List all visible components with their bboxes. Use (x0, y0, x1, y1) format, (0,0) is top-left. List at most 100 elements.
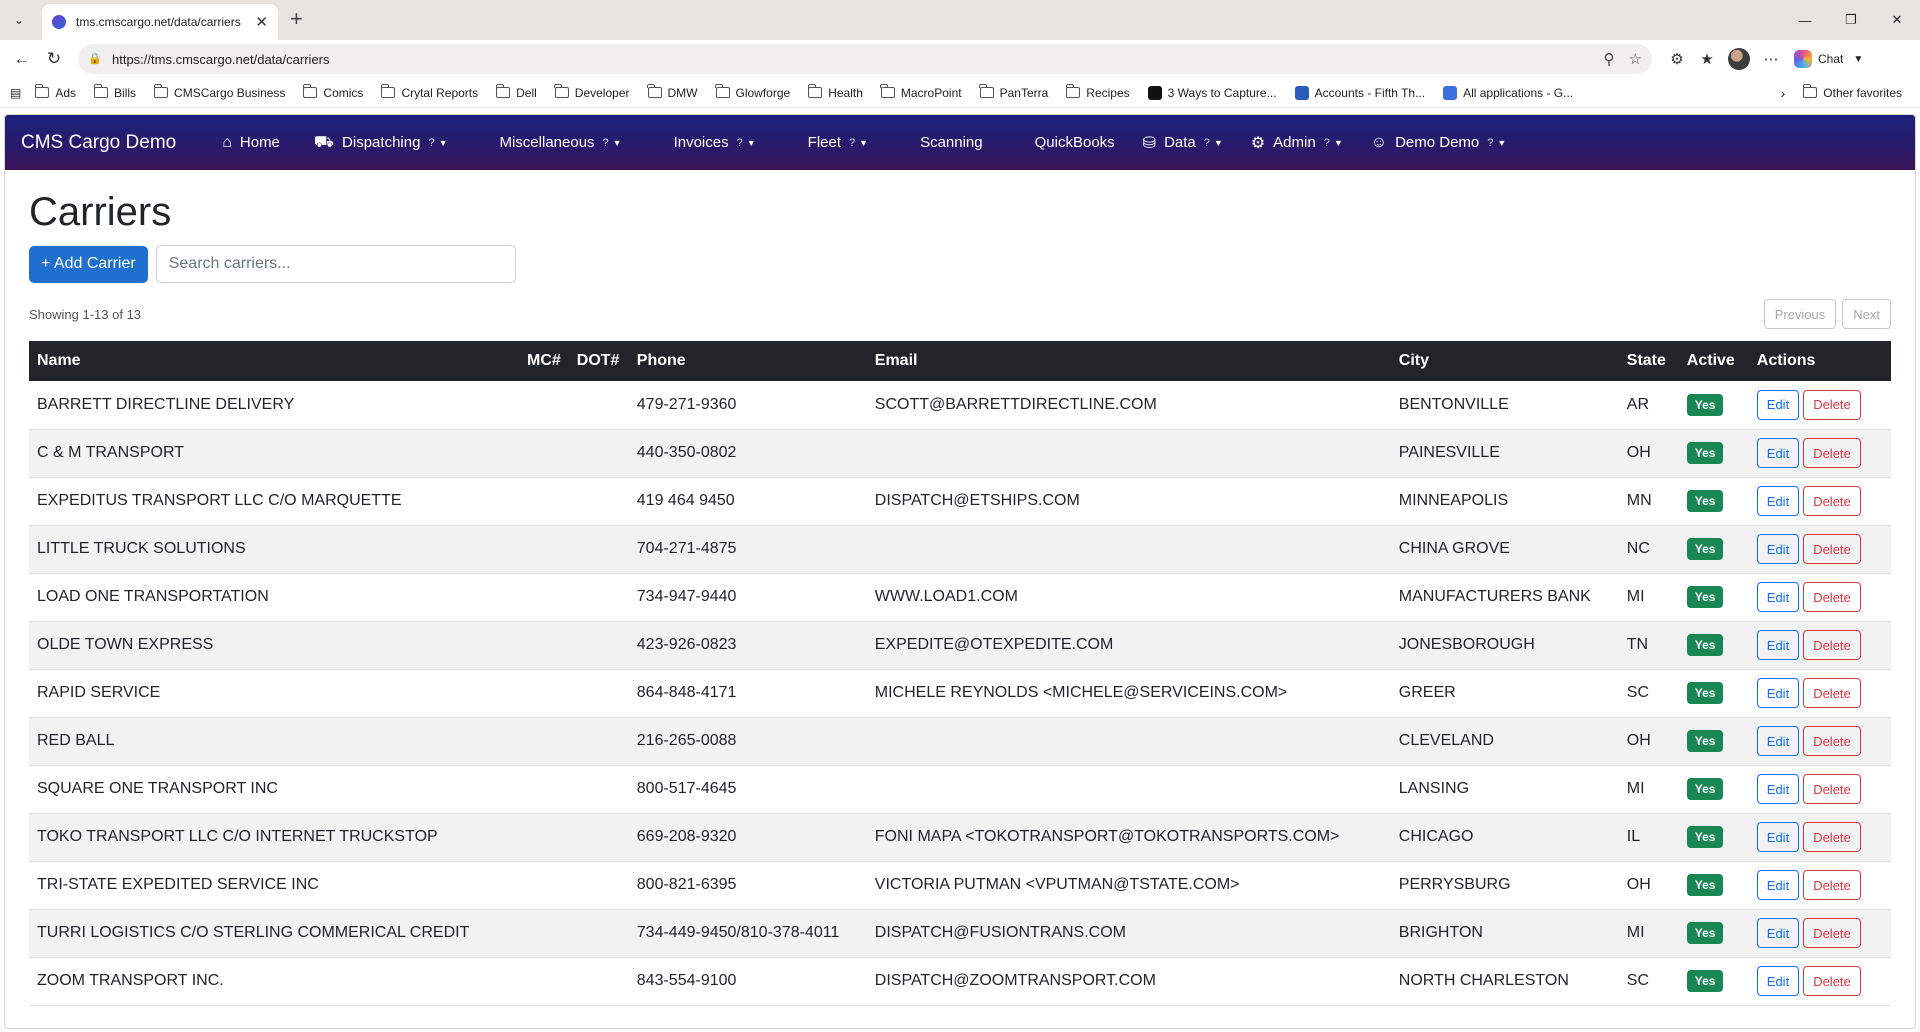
bookmarks-overflow-icon[interactable]: › (1781, 85, 1786, 101)
column-header[interactable]: Email (866, 341, 1391, 381)
table-row[interactable]: LOAD ONE TRANSPORTATION 734-947-9440 WWW.L… (29, 573, 1891, 622)
new-tab-icon[interactable]: + (290, 8, 303, 30)
edit-button[interactable]: Edit (1756, 534, 1800, 564)
help-mark[interactable]: ? (1487, 137, 1493, 149)
url-text[interactable]: https://tms.cmscargo.net/data/carriers (112, 52, 1590, 67)
edit-button[interactable]: Edit (1756, 918, 1800, 948)
edit-button[interactable]: Edit (1756, 486, 1800, 516)
address-bar[interactable]: 🔒 https://tms.cmscargo.net/data/carriers… (78, 44, 1652, 74)
column-header[interactable]: Name (29, 341, 519, 381)
edit-button[interactable]: Edit (1756, 774, 1800, 804)
tab-list-chevron-icon[interactable]: ⌄ (8, 9, 30, 31)
column-header[interactable]: State (1618, 341, 1679, 381)
more-icon[interactable]: ⋯ (1756, 50, 1786, 68)
help-mark[interactable]: ? (737, 137, 743, 149)
delete-button[interactable]: Delete (1803, 966, 1861, 996)
bookmark-item[interactable]: Glowforge (715, 84, 790, 100)
other-favorites[interactable]: Other favorites (1802, 84, 1902, 100)
previous-button[interactable]: Previous (1763, 299, 1837, 329)
delete-button[interactable]: Delete (1803, 822, 1861, 852)
bookmark-item[interactable]: 3 Ways to Capture... (1147, 85, 1277, 100)
delete-button[interactable]: Delete (1803, 774, 1861, 804)
nav-item-scanning[interactable]: Scanning (920, 134, 983, 151)
bookmark-item[interactable]: DMW (647, 84, 698, 100)
table-row[interactable]: TOKO TRANSPORT LLC C/O INTERNET TRUCKSTO… (29, 813, 1891, 862)
delete-button[interactable]: Delete (1803, 486, 1861, 516)
column-header[interactable]: MC# (519, 341, 569, 381)
favorites-icon[interactable]: ★ (1692, 50, 1722, 68)
table-row[interactable]: TRI-STATE EXPEDITED SERVICE INC 800-821-6… (29, 861, 1891, 910)
close-window-icon[interactable]: ✕ (1874, 0, 1920, 40)
edit-button[interactable]: Edit (1756, 438, 1800, 468)
bookmark-item[interactable]: Developer (554, 84, 630, 100)
nav-item-demo-demo[interactable]: ☺ Demo Demo? ▼ (1371, 134, 1507, 152)
back-icon[interactable]: ← (8, 45, 36, 73)
close-tab-icon[interactable]: ✕ (255, 13, 268, 31)
bookmark-item[interactable]: All applications - G... (1443, 85, 1573, 100)
lock-icon[interactable]: 🔒 (88, 52, 102, 66)
bookmark-item[interactable]: Dell (495, 84, 537, 100)
delete-button[interactable]: Delete (1803, 918, 1861, 948)
chevron-down-icon[interactable]: ▼ (1853, 54, 1863, 65)
nav-item-quickbooks[interactable]: QuickBooks (1035, 134, 1115, 151)
edit-button[interactable]: Edit (1756, 678, 1800, 708)
bookmark-item[interactable]: Crytal Reports (380, 84, 478, 100)
table-row[interactable]: EXPEDITUS TRANSPORT LLC C/O MARQUETTE 419… (29, 477, 1891, 526)
delete-button[interactable]: Delete (1803, 534, 1861, 564)
nav-item-home[interactable]: ⌂ Home (222, 134, 280, 152)
bookmark-item[interactable]: MacroPoint (880, 84, 962, 100)
next-button[interactable]: Next (1842, 299, 1891, 329)
delete-button[interactable]: Delete (1803, 389, 1861, 420)
bookmark-item[interactable]: PanTerra (979, 84, 1048, 100)
restore-icon[interactable]: ❐ (1828, 0, 1874, 40)
help-mark[interactable]: ? (1204, 137, 1210, 149)
edit-button[interactable]: Edit (1756, 582, 1800, 612)
column-header[interactable]: Phone (628, 341, 867, 381)
browser-tab[interactable]: tms.cmscargo.net/data/carriers ✕ (42, 4, 278, 40)
help-mark[interactable]: ? (849, 137, 855, 149)
bookmark-item[interactable]: Accounts - Fifth Th... (1294, 85, 1425, 100)
table-row[interactable]: TURRI LOGISTICS C/O STERLING COMMERICAL … (29, 909, 1891, 958)
edit-button[interactable]: Edit (1756, 822, 1800, 852)
table-row[interactable]: RAPID SERVICE 864-848-4171 MICHELE REYNOLD… (29, 669, 1891, 718)
nav-item-miscellaneous[interactable]: Miscellaneous? ▼ (499, 134, 621, 151)
column-header[interactable]: Active (1678, 341, 1749, 381)
bookmark-item[interactable]: Bills (93, 84, 136, 100)
nav-item-data[interactable]: ⛁ Data? ▼ (1143, 133, 1223, 153)
nav-item-admin[interactable]: ⚙ Admin? ▼ (1251, 133, 1343, 153)
edit-button[interactable]: Edit (1756, 726, 1800, 756)
table-row[interactable]: BARRETT DIRECTLINE DELIVERY 479-271-9360 S… (29, 381, 1891, 430)
delete-button[interactable]: Delete (1803, 630, 1861, 660)
bookmark-item[interactable]: Health (807, 84, 863, 100)
help-mark[interactable]: ? (428, 137, 434, 149)
delete-button[interactable]: Delete (1803, 582, 1861, 612)
delete-button[interactable]: Delete (1803, 438, 1861, 468)
column-header[interactable]: Actions (1748, 341, 1891, 381)
table-row[interactable]: RED BALL 216-265-0088 CLEVELAND OH Yes Edit De… (29, 717, 1891, 766)
column-header[interactable]: City (1390, 341, 1619, 381)
help-mark[interactable]: ? (603, 137, 609, 149)
table-row[interactable]: LITTLE TRUCK SOLUTIONS 704-271-4875 CHINA … (29, 525, 1891, 574)
delete-button[interactable]: Delete (1803, 726, 1861, 756)
minimize-icon[interactable]: — (1782, 0, 1828, 40)
bookmark-item[interactable]: Comics (302, 84, 363, 100)
delete-button[interactable]: Delete (1803, 870, 1861, 900)
profile-avatar[interactable] (1728, 48, 1750, 70)
bookmark-item[interactable]: Ads (34, 84, 76, 100)
table-row[interactable]: SQUARE ONE TRANSPORT INC 800-517-4645 LANS… (29, 765, 1891, 814)
table-row[interactable]: ZOOM TRANSPORT INC. 843-554-9100 DISPATCH@… (29, 957, 1891, 1006)
edit-button[interactable]: Edit (1756, 389, 1800, 420)
delete-button[interactable]: Delete (1803, 678, 1861, 708)
bookmark-item[interactable]: CMSCargo Business (153, 84, 285, 100)
nav-item-dispatching[interactable]: ⛟ Dispatching? ▼ (314, 133, 448, 153)
brand[interactable]: CMS Cargo Demo (21, 132, 176, 154)
table-row[interactable]: C & M TRANSPORT 440-350-0802 PAINESVILLE OH… (29, 429, 1891, 478)
column-header[interactable]: DOT# (568, 341, 629, 381)
edit-button[interactable]: Edit (1756, 870, 1800, 900)
nav-item-fleet[interactable]: Fleet? ▼ (808, 134, 868, 151)
edit-button[interactable]: Edit (1756, 630, 1800, 660)
copilot-chat-button[interactable]: Chat ▼ (1794, 50, 1863, 68)
key-icon[interactable]: ⚲ (1604, 50, 1615, 68)
favorite-star-icon[interactable]: ☆ (1629, 50, 1642, 68)
edit-button[interactable]: Edit (1756, 966, 1800, 996)
